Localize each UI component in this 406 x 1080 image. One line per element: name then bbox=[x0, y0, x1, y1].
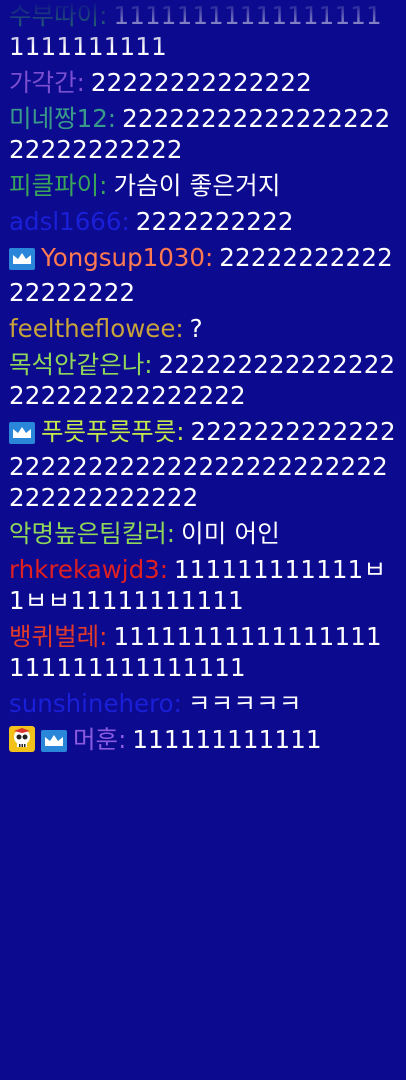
chat-separator: : bbox=[99, 171, 108, 200]
chat-message: 수부따이: 111111111111111111111111111 bbox=[9, 0, 396, 62]
chat-text: ? bbox=[189, 314, 203, 343]
chat-text: ㅋㅋㅋㅋㅋ bbox=[187, 689, 302, 718]
chat-message: 악명높은팀킬러: 이미 어인 bbox=[9, 518, 396, 549]
chat-message: 뱅퀴벌레: 11111111111111111111111111111111 bbox=[9, 621, 396, 683]
chat-separator: : bbox=[99, 622, 108, 651]
chat-text: 111111111111 bbox=[132, 725, 322, 754]
chat-separator: : bbox=[175, 314, 184, 343]
chat-username[interactable]: Yongsup1030 bbox=[41, 243, 205, 272]
chat-username[interactable]: 뱅퀴벌레 bbox=[9, 622, 99, 651]
chat-message: adsl1666: 2222222222 bbox=[9, 206, 396, 237]
chat-message: Yongsup1030: 2222222222222222222 bbox=[9, 242, 396, 308]
chat-message: rhkrekawjd3: 111111111111ㅂ1ㅂㅂ11111111111 bbox=[9, 554, 396, 616]
chat-username[interactable]: 피클파이 bbox=[9, 171, 99, 200]
chat-username[interactable]: feeltheflowee bbox=[9, 314, 175, 343]
chat-message: 미네짱12: 2222222222222222222222222222 bbox=[9, 103, 396, 165]
chat-separator: : bbox=[76, 68, 85, 97]
chat-message: 푸릇푸릇푸릇: 222222222222222222222222222222222… bbox=[9, 416, 396, 513]
chat-message: feeltheflowee:? bbox=[9, 313, 396, 344]
chat-separator: : bbox=[176, 417, 185, 446]
chat-message: 가각간: 22222222222222 bbox=[9, 67, 396, 98]
chat-separator: : bbox=[159, 555, 168, 584]
chat-username[interactable]: 푸릇푸릇푸릇 bbox=[41, 417, 176, 446]
chat-message: 목석안같은나: 222222222222222222222222222222 bbox=[9, 349, 396, 411]
crown-icon bbox=[9, 246, 35, 277]
chat-username[interactable]: rhkrekawjd3 bbox=[9, 555, 160, 584]
chat-username[interactable]: 목석안같은나 bbox=[9, 350, 144, 379]
chat-text: 이미 어인 bbox=[181, 519, 280, 548]
chat-separator: : bbox=[118, 725, 127, 754]
chat-username[interactable]: sunshinehero bbox=[9, 689, 174, 718]
chat-message: 피클파이: 가슴이 좋은거지 bbox=[9, 170, 396, 201]
chat-message-list[interactable]: 1111111111111111수부따이:1111111111111111111… bbox=[0, 0, 406, 764]
chat-message: sunshinehero: ㅋㅋㅋㅋㅋ bbox=[9, 688, 396, 719]
chat-separator: : bbox=[166, 519, 176, 548]
chat-separator: : bbox=[144, 350, 153, 379]
chat-username[interactable]: adsl1666 bbox=[9, 207, 122, 236]
chat-text: 22222222222222 bbox=[90, 68, 312, 97]
chat-separator: : bbox=[204, 243, 214, 272]
chat-separator: : bbox=[121, 207, 130, 236]
chat-username[interactable]: 악명높은팀킬러 bbox=[9, 519, 167, 548]
chat-text: 2222222222 bbox=[135, 207, 294, 236]
chat-text: 가슴이 좋은거지 bbox=[113, 171, 281, 200]
skull-icon bbox=[9, 726, 35, 759]
chat-username[interactable]: 머훈 bbox=[73, 725, 118, 754]
crown-icon bbox=[9, 420, 35, 451]
chat-username[interactable]: 가각간 bbox=[9, 68, 77, 97]
chat-separator: : bbox=[173, 689, 182, 718]
crown-icon bbox=[41, 728, 67, 759]
chat-username[interactable]: 미네짱12 bbox=[9, 104, 108, 133]
chat-separator: : bbox=[99, 1, 108, 30]
chat-username[interactable]: 수부따이 bbox=[9, 1, 99, 30]
chat-message: 머훈: 111111111111 bbox=[9, 724, 396, 759]
chat-separator: : bbox=[107, 104, 117, 133]
